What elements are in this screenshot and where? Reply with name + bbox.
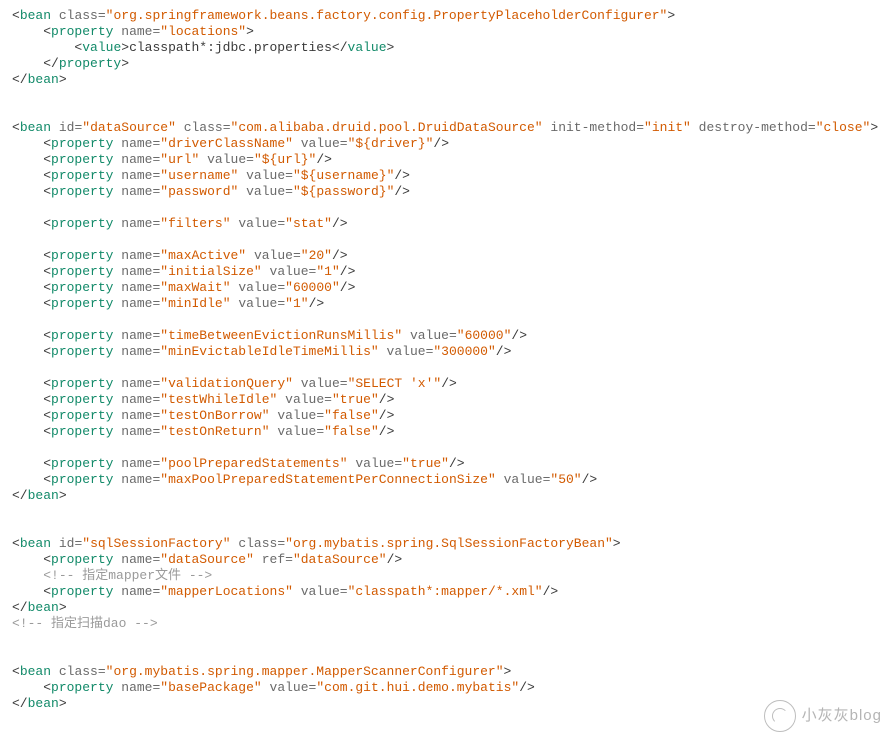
- watermark: 小灰灰blog: [764, 700, 882, 732]
- watermark-text: 小灰灰blog: [802, 708, 882, 724]
- xml-code-block: <bean class="org.springframework.beans.f…: [0, 0, 896, 720]
- wechat-icon: [764, 700, 796, 732]
